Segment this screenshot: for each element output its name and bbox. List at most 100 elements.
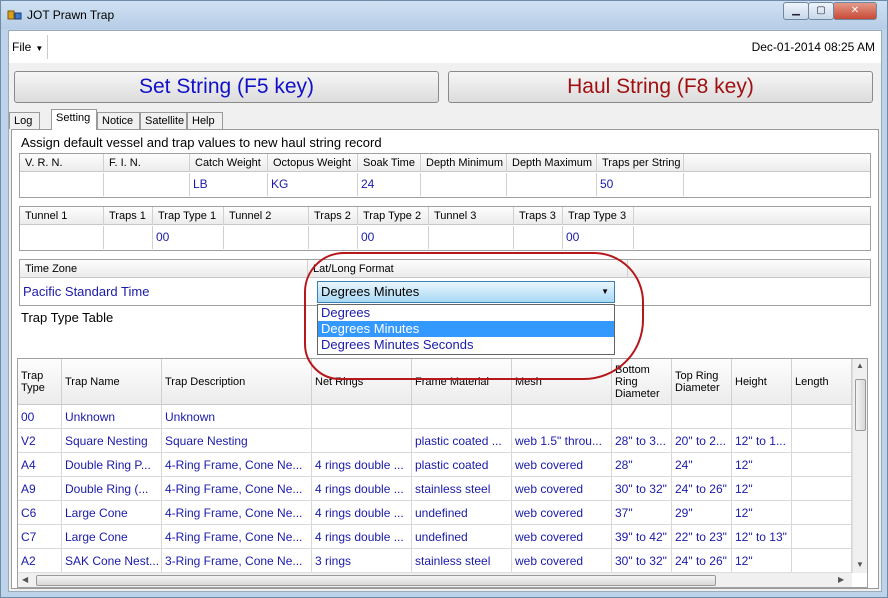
- cell-trap-type[interactable]: A4: [18, 453, 62, 477]
- title-bar[interactable]: JOT Prawn Trap ▁ ▢ ✕: [1, 1, 887, 29]
- cell-trap-type[interactable]: A9: [18, 477, 62, 501]
- cell-mesh[interactable]: web covered: [512, 453, 612, 477]
- scroll-left-icon[interactable]: ◀: [22, 575, 28, 584]
- col-length[interactable]: Length: [792, 359, 852, 405]
- cell-trap-type[interactable]: C7: [18, 525, 62, 549]
- trap-type-2-field[interactable]: 00: [358, 226, 429, 249]
- cell-frame-material[interactable]: plastic coated: [412, 453, 512, 477]
- cell-height[interactable]: 12" to 13": [732, 525, 792, 549]
- cell-trap-name[interactable]: Unknown: [62, 405, 162, 429]
- latlong-format-select[interactable]: Degrees Minutes ▼: [317, 281, 615, 303]
- cell-trap-description[interactable]: 4-Ring Frame, Cone Ne...: [162, 453, 312, 477]
- cell-length[interactable]: [792, 477, 852, 501]
- col-trap-description[interactable]: Trap Description: [162, 359, 312, 405]
- cell-mesh[interactable]: web 1.5" throu...: [512, 429, 612, 453]
- cell-trap-description[interactable]: 3-Ring Frame, Cone Ne...: [162, 549, 312, 573]
- cell-trap-type[interactable]: C6: [18, 501, 62, 525]
- traps-2-field[interactable]: [309, 226, 358, 249]
- cell-bottom-ring-diameter[interactable]: [612, 405, 672, 429]
- scroll-right-icon[interactable]: ▶: [838, 575, 844, 584]
- option-degrees-minutes-seconds[interactable]: Degrees Minutes Seconds: [318, 337, 614, 353]
- trap-type-3-field[interactable]: 00: [563, 226, 634, 249]
- maximize-button[interactable]: ▢: [808, 2, 834, 20]
- traps-per-string-field[interactable]: 50: [597, 173, 684, 196]
- cell-net-rings[interactable]: [312, 429, 412, 453]
- table-row[interactable]: A9 Double Ring (... 4-Ring Frame, Cone Ne.…: [18, 477, 852, 501]
- cell-mesh[interactable]: web covered: [512, 525, 612, 549]
- cell-length[interactable]: [792, 525, 852, 549]
- cell-height[interactable]: 12" to 1...: [732, 429, 792, 453]
- minimize-button[interactable]: ▁: [783, 2, 809, 20]
- octopus-weight-field[interactable]: KG: [268, 173, 358, 196]
- col-trap-type[interactable]: Trap Type: [18, 359, 62, 405]
- cell-mesh[interactable]: web covered: [512, 477, 612, 501]
- depth-maximum-field[interactable]: [507, 173, 597, 196]
- cell-top-ring-diameter[interactable]: [672, 405, 732, 429]
- cell-trap-name[interactable]: Double Ring P...: [62, 453, 162, 477]
- cell-frame-material[interactable]: stainless steel: [412, 549, 512, 573]
- cell-height[interactable]: 12": [732, 501, 792, 525]
- cell-top-ring-diameter[interactable]: 29": [672, 501, 732, 525]
- table-row[interactable]: A2 SAK Cone Nest... 3-Ring Frame, Cone Ne.…: [18, 549, 852, 573]
- cell-net-rings[interactable]: 4 rings double ...: [312, 453, 412, 477]
- cell-length[interactable]: [792, 405, 852, 429]
- vertical-scrollbar[interactable]: ▲ ▼: [852, 359, 867, 573]
- cell-trap-description[interactable]: Unknown: [162, 405, 312, 429]
- vrn-field[interactable]: [20, 173, 104, 196]
- tab-satellite[interactable]: Satellite: [140, 112, 187, 129]
- cell-top-ring-diameter[interactable]: 24" to 26": [672, 477, 732, 501]
- horizontal-scrollbar[interactable]: ◀ ▶: [18, 572, 852, 587]
- cell-height[interactable]: 12": [732, 453, 792, 477]
- cell-trap-description[interactable]: 4-Ring Frame, Cone Ne...: [162, 501, 312, 525]
- cell-net-rings[interactable]: 4 rings double ...: [312, 477, 412, 501]
- cell-mesh[interactable]: web covered: [512, 549, 612, 573]
- cell-trap-type[interactable]: A2: [18, 549, 62, 573]
- cell-mesh[interactable]: [512, 405, 612, 429]
- cell-trap-description[interactable]: 4-Ring Frame, Cone Ne...: [162, 525, 312, 549]
- table-row[interactable]: C7 Large Cone 4-Ring Frame, Cone Ne... 4 ri…: [18, 525, 852, 549]
- cell-length[interactable]: [792, 453, 852, 477]
- cell-net-rings[interactable]: [312, 405, 412, 429]
- close-button[interactable]: ✕: [833, 2, 877, 20]
- scroll-up-icon[interactable]: ▲: [856, 361, 864, 370]
- cell-trap-description[interactable]: Square Nesting: [162, 429, 312, 453]
- tunnel-3-field[interactable]: [429, 226, 514, 249]
- table-row[interactable]: 00 Unknown Unknown: [18, 405, 852, 429]
- cell-trap-name[interactable]: Square Nesting: [62, 429, 162, 453]
- depth-minimum-field[interactable]: [421, 173, 507, 196]
- option-degrees[interactable]: Degrees: [318, 305, 614, 321]
- tab-help[interactable]: Help: [187, 112, 223, 129]
- tab-setting[interactable]: Setting: [51, 109, 97, 130]
- fin-field[interactable]: [104, 173, 190, 196]
- col-height[interactable]: Height: [732, 359, 792, 405]
- cell-top-ring-diameter[interactable]: 20" to 2...: [672, 429, 732, 453]
- cell-trap-name[interactable]: Large Cone: [62, 501, 162, 525]
- catch-weight-field[interactable]: LB: [190, 173, 268, 196]
- traps-3-field[interactable]: [514, 226, 563, 249]
- cell-top-ring-diameter[interactable]: 22" to 23": [672, 525, 732, 549]
- table-row[interactable]: A4 Double Ring P... 4-Ring Frame, Cone Ne.…: [18, 453, 852, 477]
- cell-bottom-ring-diameter[interactable]: 28": [612, 453, 672, 477]
- traps-1-field[interactable]: [104, 226, 153, 249]
- haul-string-button[interactable]: Haul String (F8 key): [448, 71, 873, 103]
- timezone-value[interactable]: Pacific Standard Time: [23, 284, 149, 299]
- tunnel-1-field[interactable]: [20, 226, 104, 249]
- col-top-ring-diameter[interactable]: Top Ring Diameter: [672, 359, 732, 405]
- cell-bottom-ring-diameter[interactable]: 30" to 32": [612, 549, 672, 573]
- scroll-down-icon[interactable]: ▼: [856, 560, 864, 569]
- set-string-button[interactable]: Set String (F5 key): [14, 71, 439, 103]
- cell-trap-name[interactable]: SAK Cone Nest...: [62, 549, 162, 573]
- cell-trap-name[interactable]: Large Cone: [62, 525, 162, 549]
- cell-height[interactable]: [732, 405, 792, 429]
- table-row[interactable]: V2 Square Nesting Square Nesting plastic co…: [18, 429, 852, 453]
- cell-height[interactable]: 12": [732, 477, 792, 501]
- cell-bottom-ring-diameter[interactable]: 39" to 42": [612, 525, 672, 549]
- cell-bottom-ring-diameter[interactable]: 30" to 32": [612, 477, 672, 501]
- cell-height[interactable]: 12": [732, 549, 792, 573]
- cell-frame-material[interactable]: undefined: [412, 501, 512, 525]
- horizontal-scroll-thumb[interactable]: [36, 575, 716, 586]
- chevron-down-icon[interactable]: ▼: [601, 282, 609, 302]
- cell-bottom-ring-diameter[interactable]: 37": [612, 501, 672, 525]
- cell-length[interactable]: [792, 501, 852, 525]
- col-bottom-ring-diameter[interactable]: Bottom Ring Diameter: [612, 359, 672, 405]
